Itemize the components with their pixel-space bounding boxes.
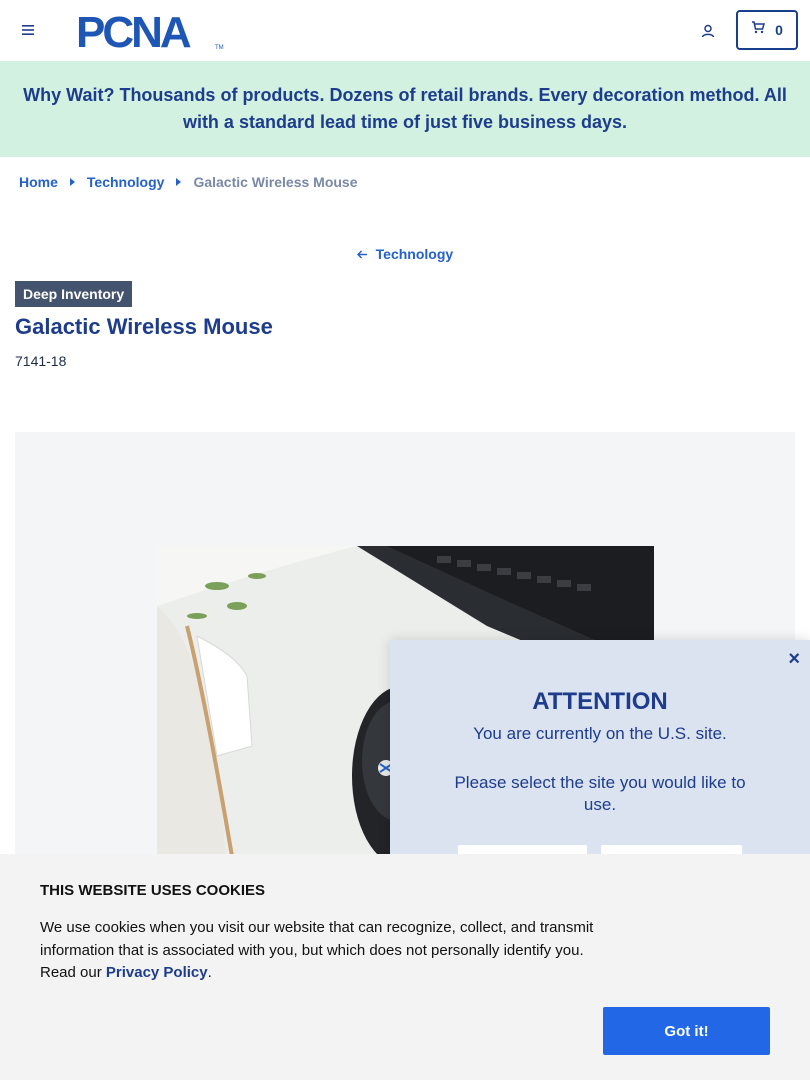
product-title: Galactic Wireless Mouse xyxy=(15,314,273,339)
cart-icon xyxy=(751,21,766,39)
accept-cookies-button[interactable]: Got it! xyxy=(603,1007,770,1055)
modal-title: ATTENTION xyxy=(532,688,668,715)
close-icon[interactable]: × xyxy=(788,648,800,671)
arrow-left-icon xyxy=(356,246,368,262)
pcna-logo[interactable]: PCNA TM xyxy=(76,8,224,57)
breadcrumb-home[interactable]: Home xyxy=(19,174,58,190)
back-to-category-link[interactable]: Technology xyxy=(0,246,810,262)
svg-text:PCNA: PCNA xyxy=(76,11,191,51)
cookie-title: THIS WEBSITE USES COOKIES xyxy=(40,882,266,899)
account-icon[interactable] xyxy=(697,20,719,42)
site-select-modal: × ATTENTION You are currently on the U.S… xyxy=(390,640,810,880)
product-sku: 7141-18 xyxy=(15,353,67,369)
promo-banner: Why Wait? Thousands of products. Dozens … xyxy=(0,61,810,157)
breadcrumb-separator-icon xyxy=(176,178,182,186)
svg-text:TM: TM xyxy=(215,45,224,51)
modal-site-notice: You are currently on the U.S. site. xyxy=(473,724,727,743)
promo-text: Why Wait? Thousands of products. Dozens … xyxy=(23,85,787,132)
breadcrumb-separator-icon xyxy=(69,178,75,186)
breadcrumb-technology[interactable]: Technology xyxy=(87,174,165,190)
cart-count: 0 xyxy=(775,22,783,38)
cookie-period: . xyxy=(207,964,212,981)
site-header: PCNA TM 0 xyxy=(0,0,810,61)
cart-button[interactable]: 0 xyxy=(736,10,798,50)
hamburger-menu-icon[interactable] xyxy=(18,20,38,40)
breadcrumb-current: Galactic Wireless Mouse xyxy=(193,174,358,190)
modal-select-prompt: Please select the site you would like to… xyxy=(454,773,746,814)
back-link-label: Technology xyxy=(375,246,454,262)
cookie-banner: THIS WEBSITE USES COOKIES We use cookies… xyxy=(0,854,810,1080)
deep-inventory-badge: Deep Inventory xyxy=(15,281,133,307)
breadcrumb: Home Technology Galactic Wireless Mouse xyxy=(19,174,358,190)
cookie-text: We use cookies when you visit our websit… xyxy=(40,917,610,985)
privacy-policy-link[interactable]: Privacy Policy xyxy=(106,964,208,981)
